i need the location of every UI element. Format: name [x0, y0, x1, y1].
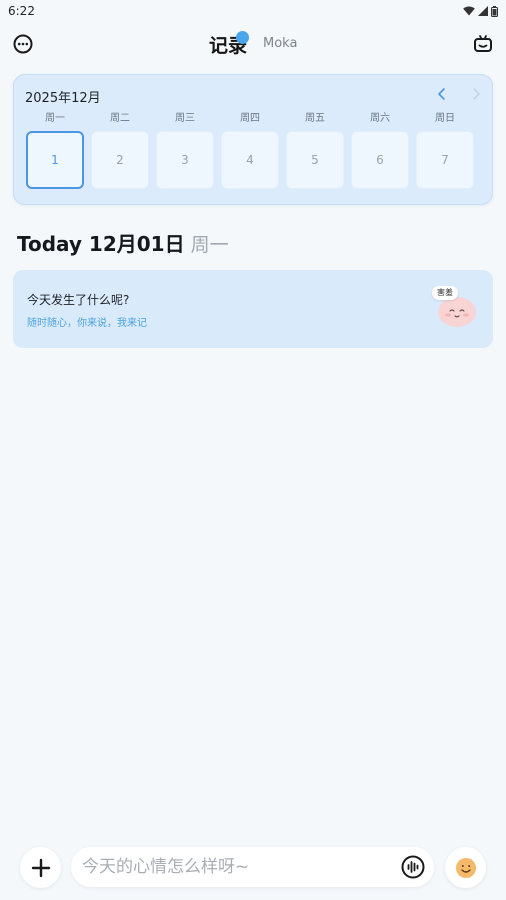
emoji-button[interactable] — [445, 847, 486, 888]
calendar-day: 周四 4 — [221, 111, 279, 189]
chat-bubble-icon[interactable] — [12, 33, 34, 55]
calendar-day-cell[interactable]: 3 — [156, 131, 214, 189]
calendar-day: 周五 5 — [286, 111, 344, 189]
calendar-day: 周日 7 — [416, 111, 474, 189]
status-bar: 6:22 — [0, 0, 506, 22]
mascot-mood-tag: 害羞 — [432, 286, 458, 300]
chevron-right-icon[interactable] — [468, 86, 484, 102]
journal-prompt-card[interactable]: 今天发生了什么呢? 随时随心，你来说，我来记 害羞 — [13, 270, 493, 348]
calendar-weekday-label: 周二 — [110, 113, 130, 124]
calendar-day-cell[interactable]: 2 — [91, 131, 149, 189]
calendar-day-cell[interactable]: 4 — [221, 131, 279, 189]
smile-emoji-icon — [455, 857, 476, 878]
blushing-mascot-icon — [438, 297, 476, 327]
date-heading: Today 12月01日 周一 — [17, 228, 229, 257]
calendar-day-cell[interactable]: 6 — [351, 131, 409, 189]
date-heading-weekday: 周一 — [190, 234, 229, 256]
add-button[interactable] — [20, 847, 61, 888]
calendar-weekday-label: 周日 — [435, 113, 455, 124]
calendar-day: 周三 3 — [156, 111, 214, 189]
calendar-month-label: 2025年12月 — [25, 91, 101, 106]
battery-icon — [491, 5, 498, 17]
calendar-day-cell[interactable]: 5 — [286, 131, 344, 189]
week-calendar: 2025年12月 周一 1 周二 2 周三 3 周四 4 周五 5 周六 6 周… — [13, 74, 493, 205]
plus-icon — [31, 858, 50, 877]
signal-icon — [478, 6, 488, 16]
calendar-weekday-label: 周四 — [240, 113, 260, 124]
calendar-weekday-label: 周五 — [305, 113, 325, 124]
prompt-title: 今天发生了什么呢? — [27, 293, 130, 307]
wifi-icon — [463, 6, 475, 16]
calendar-day-cell[interactable]: 7 — [416, 131, 474, 189]
mood-input-pill — [71, 847, 434, 887]
calendar-day-cell-selected[interactable]: 1 — [26, 131, 84, 189]
composer-bar — [0, 842, 506, 892]
date-heading-main: Today 12月01日 — [17, 232, 185, 256]
chevron-left-icon[interactable] — [434, 86, 450, 102]
calendar-weekday-label: 周一 — [45, 113, 65, 124]
status-time: 6:22 — [8, 4, 35, 18]
calendar-day: 周一 1 — [26, 111, 84, 189]
mood-input[interactable] — [82, 853, 382, 881]
notification-dot — [236, 31, 249, 44]
calendar-weekday-label: 周三 — [175, 113, 195, 124]
calendar-day: 周六 6 — [351, 111, 409, 189]
calendar-day: 周二 2 — [91, 111, 149, 189]
app-header: 记录 Moka — [0, 28, 506, 62]
user-name[interactable]: Moka — [263, 36, 297, 51]
prompt-subtitle: 随时随心，你来说，我来记 — [27, 318, 147, 329]
robot-icon[interactable] — [472, 33, 494, 55]
calendar-weekday-label: 周六 — [370, 113, 390, 124]
voice-wave-icon[interactable] — [401, 855, 425, 879]
calendar-week-row: 周一 1 周二 2 周三 3 周四 4 周五 5 周六 6 周日 7 — [26, 111, 482, 189]
status-icons — [463, 5, 498, 17]
